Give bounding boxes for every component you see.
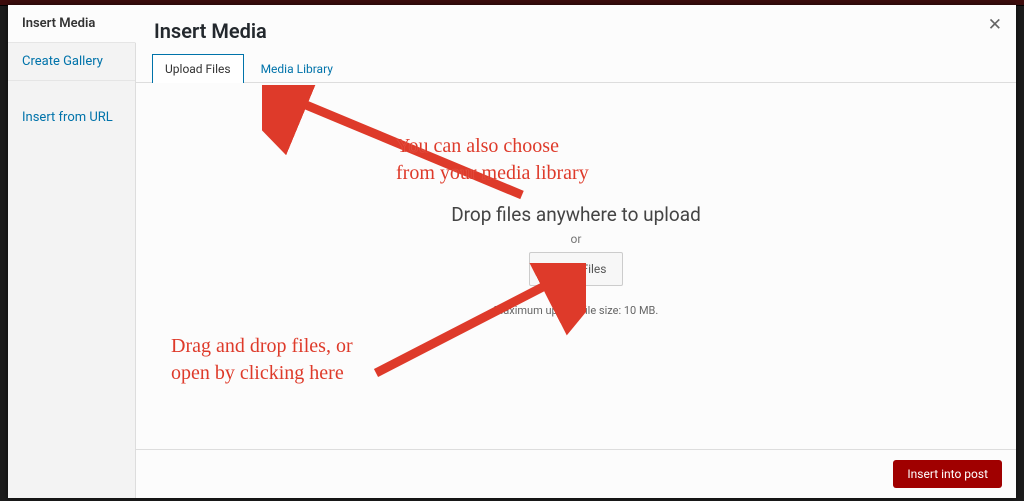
modal-title: Insert Media <box>154 19 998 43</box>
uploader: Drop files anywhere to upload or Select … <box>136 203 1016 317</box>
sidebar-separator <box>8 81 135 99</box>
annotation-top: You can also choose from your media libr… <box>396 133 589 187</box>
sidebar-item-insert-from-url[interactable]: Insert from URL <box>8 99 135 136</box>
modal-main: Insert Media ✕ Upload Files Media Librar… <box>136 5 1016 498</box>
tab-upload-files[interactable]: Upload Files <box>152 54 244 83</box>
modal-footer: Insert into post <box>136 449 1016 498</box>
annotation-bottom: Drag and drop files, or open by clicking… <box>171 333 353 387</box>
media-tabs: Upload Files Media Library <box>136 53 1016 83</box>
sidebar-item-create-gallery[interactable]: Create Gallery <box>8 43 135 81</box>
sidebar-item-insert-media[interactable]: Insert Media <box>8 5 136 43</box>
max-upload-size: Maximum upload file size: 10 MB. <box>136 304 1016 317</box>
close-icon[interactable]: ✕ <box>988 15 1002 35</box>
insert-into-post-button[interactable]: Insert into post <box>893 460 1002 488</box>
uploader-panel: Drop files anywhere to upload or Select … <box>136 83 1016 449</box>
modal-header: Insert Media ✕ <box>136 5 1016 53</box>
select-files-button[interactable]: Select Files <box>529 252 624 286</box>
or-text: or <box>136 232 1016 246</box>
arrow-top-icon <box>262 85 542 215</box>
drop-files-text: Drop files anywhere to upload <box>136 203 1016 226</box>
modal-sidebar: Insert Media Create Gallery Insert from … <box>8 5 136 498</box>
insert-media-modal: Insert Media Create Gallery Insert from … <box>8 5 1016 498</box>
tab-media-library[interactable]: Media Library <box>248 54 346 83</box>
